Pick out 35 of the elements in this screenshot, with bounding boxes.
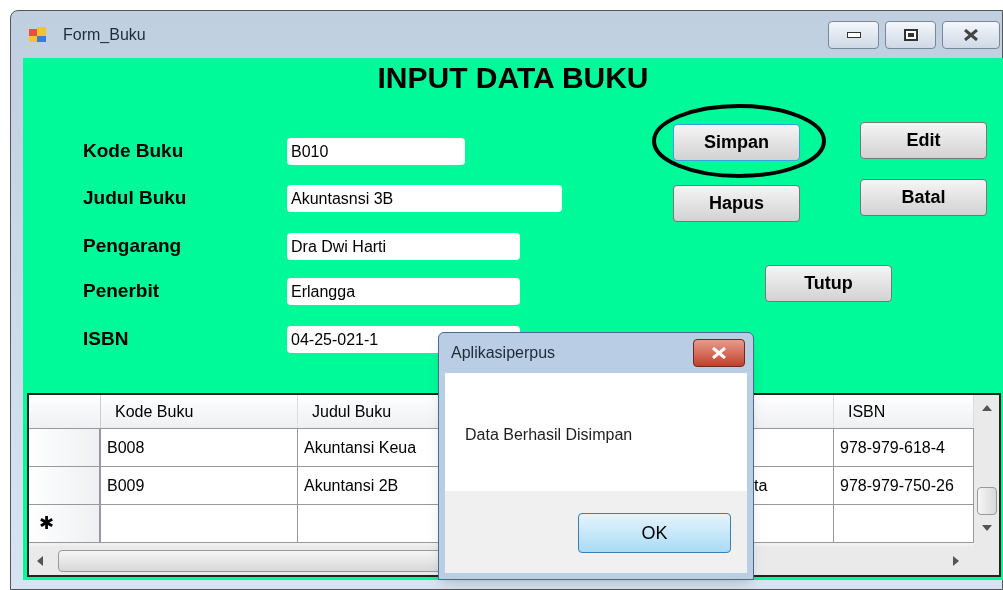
minimize-icon	[846, 31, 861, 38]
scroll-left-icon	[37, 555, 43, 566]
field-label: Pengarang	[83, 234, 183, 259]
close-icon	[963, 28, 979, 41]
maximize-button[interactable]	[885, 20, 936, 49]
form-button[interactable]: Tutup	[765, 265, 892, 302]
scroll-up-icon	[981, 405, 992, 411]
field-label: Penerbit	[83, 279, 161, 304]
close-button[interactable]	[693, 339, 745, 367]
form-button[interactable]: Hapus	[673, 185, 800, 222]
restore-icon	[903, 28, 918, 41]
table-cell: B009	[101, 467, 298, 504]
text-field[interactable]: Akuntasnsi 3B	[287, 185, 562, 212]
field-label: ISBN	[83, 327, 130, 352]
app-icon	[29, 26, 47, 43]
text-field[interactable]: Dra Dwi Harti	[287, 233, 520, 260]
scroll-down-icon	[981, 525, 992, 531]
field-label: Judul Buku	[83, 186, 188, 211]
column-header[interactable]: Kode Buku	[101, 395, 298, 428]
text-field[interactable]: Erlangga	[287, 278, 520, 305]
field-label: Kode Buku	[83, 139, 185, 164]
table-cell: B008	[101, 429, 298, 466]
scroll-right-icon	[953, 555, 959, 566]
close-icon	[711, 347, 727, 359]
scroll-thumb[interactable]	[976, 487, 997, 515]
close-button[interactable]	[942, 20, 1000, 49]
form-button[interactable]: Batal	[860, 179, 987, 216]
form-button[interactable]: Simpan	[673, 124, 800, 161]
window-title: Form_Buku	[63, 24, 146, 45]
vertical-scrollbar[interactable]	[974, 395, 999, 546]
text-field[interactable]: B010	[287, 138, 465, 165]
ok-button[interactable]: OK	[578, 513, 731, 553]
form-button[interactable]: Edit	[860, 122, 987, 159]
minimize-button[interactable]	[828, 20, 879, 49]
form-heading: INPUT DATA BUKU	[376, 60, 650, 96]
